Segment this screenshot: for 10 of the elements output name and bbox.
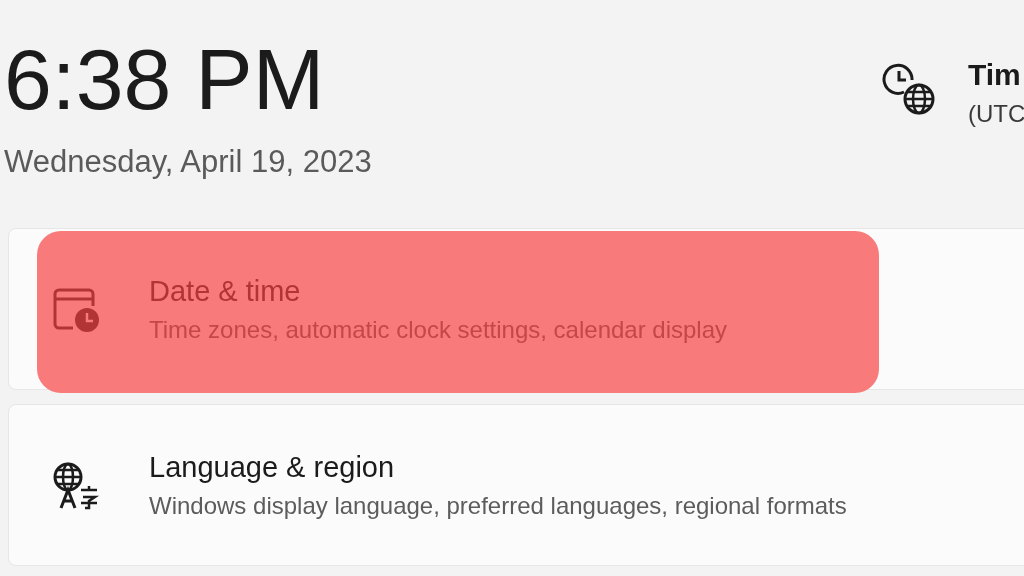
card-description: Windows display language, preferred languages, regional formats [149,491,847,520]
settings-card[interactable]: Language & region Windows display language, preferred languages, regional formats [8,404,1024,566]
timezone-title: Tim [968,58,1022,92]
card-title: Date & time [149,274,302,308]
clock-time: 6:38 PM [4,36,326,122]
clock-globe-icon [882,62,936,116]
language-icon [51,460,101,510]
clock-date: Wednesday, April 19, 2023 [4,144,372,180]
timezone-value: (UTC [968,100,1024,128]
card-title: Language & region [149,450,396,484]
